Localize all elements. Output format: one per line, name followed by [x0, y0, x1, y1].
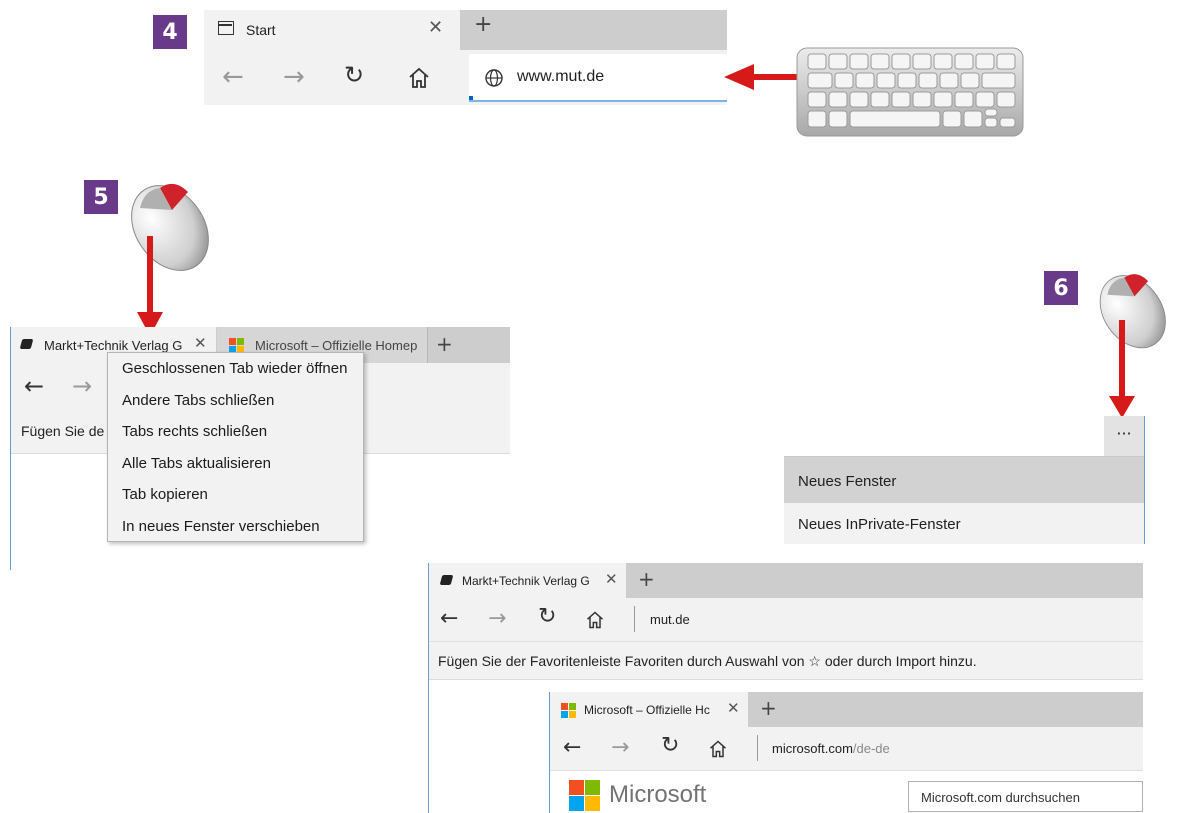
search-input[interactable]: Microsoft.com durchsuchen [908, 781, 1143, 812]
refresh-icon[interactable]: ↻ [538, 604, 556, 629]
forward-arrow-icon[interactable]: → [488, 606, 506, 631]
address-text[interactable]: mut.de [650, 612, 690, 627]
new-tab-plus-icon[interactable]: + [474, 12, 492, 37]
new-tab-plus-icon[interactable]: + [760, 696, 777, 720]
more-actions-button[interactable]: ··· [1104, 416, 1144, 456]
menu-item-new-window[interactable]: Neues Fenster [784, 457, 1144, 503]
globe-icon [485, 69, 503, 87]
microsoft-favicon-icon [229, 338, 244, 353]
mouse-icon [1099, 274, 1166, 349]
menu-item-close-other-tabs[interactable]: Andere Tabs schließen [108, 385, 363, 417]
tab-markt-technik[interactable]: Markt+Technik Verlag G ✕ [429, 563, 626, 598]
menu-item-new-inprivate-window[interactable]: Neues InPrivate-Fenster [784, 503, 1144, 545]
back-arrow-icon[interactable]: ← [24, 372, 44, 400]
keyboard-icon [796, 47, 1024, 137]
address-divider [757, 735, 758, 761]
close-icon[interactable]: ✕ [428, 17, 443, 38]
new-tab-plus-icon[interactable]: + [436, 332, 453, 356]
pointer-arrow-line [750, 74, 802, 80]
back-arrow-icon[interactable]: ← [222, 62, 244, 92]
pointer-arrow-line [147, 236, 153, 316]
microsoft-brand[interactable]: Microsoft [609, 781, 706, 809]
favorites-hint: Fügen Sie der Favoritenleiste Favoriten … [438, 653, 977, 669]
settings-menu: Neues Fenster Neues InPrivate-Fenster [784, 456, 1144, 544]
address-path: /de-de [852, 741, 890, 756]
window-icon [218, 21, 234, 35]
address-divider [634, 606, 635, 632]
pointer-arrow-head [724, 64, 754, 90]
refresh-icon[interactable]: ↻ [344, 61, 364, 89]
step-badge-5: 5 [84, 180, 118, 214]
refresh-icon[interactable]: ↻ [661, 733, 679, 758]
book-favicon-icon [439, 575, 454, 585]
address-text: www.mut.de [517, 68, 605, 85]
menu-item-copy-tab[interactable]: Tab kopieren [108, 479, 363, 511]
microsoft-favicon-icon [561, 703, 576, 718]
microsoft-logo-icon [569, 780, 601, 812]
new-tab-plus-icon[interactable]: + [638, 567, 655, 591]
back-arrow-icon[interactable]: ← [440, 606, 458, 631]
menu-item-reopen-tab[interactable]: Geschlossenen Tab wieder öffnen [108, 353, 363, 385]
close-icon[interactable]: ✕ [605, 570, 618, 588]
tab-title: Start [246, 22, 276, 38]
favorites-hint: Fügen Sie de [21, 423, 105, 439]
home-icon[interactable] [407, 66, 431, 90]
window-edge [1144, 416, 1145, 544]
home-icon[interactable] [585, 610, 605, 630]
forward-arrow-icon[interactable]: → [72, 372, 92, 400]
address-host: microsoft.com [772, 741, 853, 756]
mouse-icon [131, 183, 209, 271]
step-badge-4: 4 [153, 15, 187, 49]
favorites-bar: Fügen Sie der Favoritenleiste Favoriten … [429, 642, 1143, 680]
back-arrow-icon[interactable]: ← [563, 735, 581, 760]
home-icon[interactable] [708, 739, 728, 759]
tab-title: Markt+Technik Verlag G [44, 338, 183, 353]
close-icon[interactable]: ✕ [727, 699, 740, 717]
pointer-arrow-line [1119, 320, 1125, 400]
tab-title: Microsoft – Offizielle Homep [255, 338, 418, 353]
close-icon[interactable]: ✕ [194, 334, 207, 352]
tab-start[interactable]: Start ✕ [204, 10, 460, 50]
menu-item-close-tabs-right[interactable]: Tabs rechts schließen [108, 416, 363, 448]
forward-arrow-icon[interactable]: → [283, 62, 305, 92]
pointer-arrow-head [1109, 396, 1135, 418]
step-badge-6: 6 [1044, 271, 1078, 305]
forward-arrow-icon[interactable]: → [611, 735, 629, 760]
menu-item-move-to-window[interactable]: In neues Fenster verschieben [108, 511, 363, 543]
book-favicon-icon [19, 339, 34, 349]
tab-microsoft[interactable]: Microsoft – Offizielle Hc ✕ [550, 692, 748, 727]
tab-title: Microsoft – Offizielle Hc [584, 703, 710, 717]
nav-bar [429, 598, 1143, 642]
tab-context-menu: Geschlossenen Tab wieder öffnen Andere T… [107, 352, 364, 542]
address-text[interactable]: microsoft.com/de-de [772, 741, 890, 756]
menu-item-refresh-all[interactable]: Alle Tabs aktualisieren [108, 448, 363, 480]
tab-title: Markt+Technik Verlag G [462, 574, 590, 588]
address-bar[interactable]: www.mut.de [469, 54, 727, 102]
